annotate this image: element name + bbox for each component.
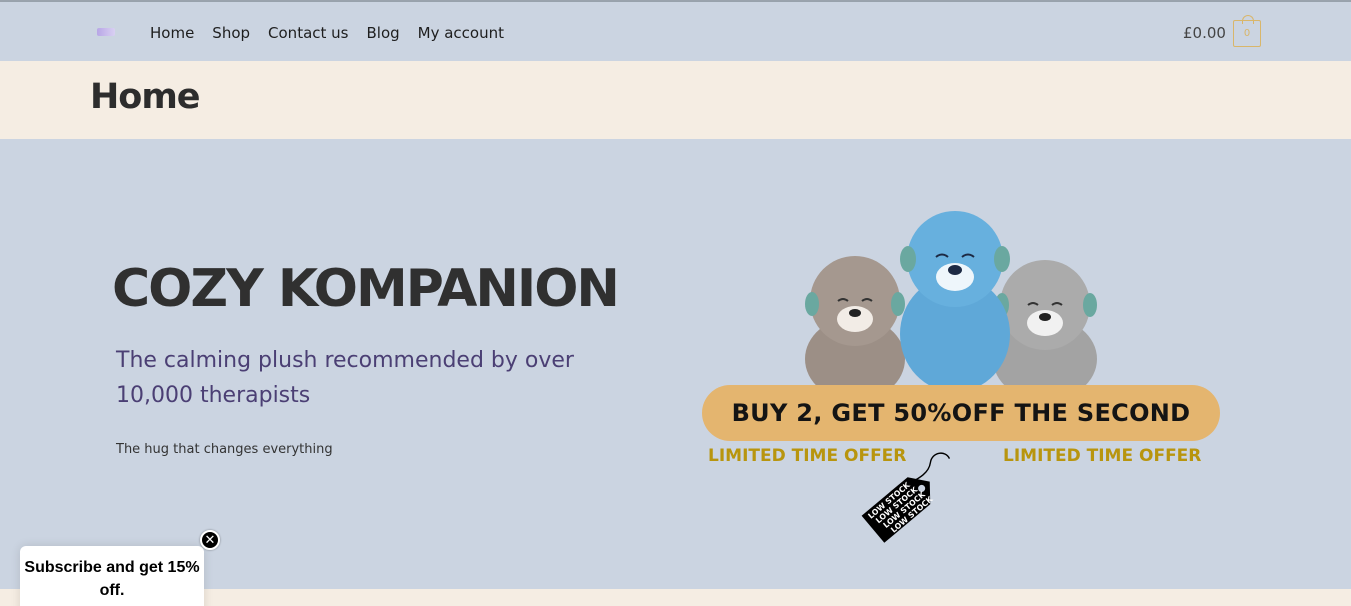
- nav-shop[interactable]: Shop: [212, 21, 250, 45]
- nav-contact-us[interactable]: Contact us: [268, 21, 348, 45]
- offer-banner: BUY 2, GET 50%OFF THE SECOND: [702, 385, 1220, 441]
- nav-home[interactable]: Home: [150, 21, 194, 45]
- cart-total[interactable]: £0.00: [1183, 22, 1226, 44]
- cart-count: 0: [1243, 28, 1251, 39]
- limited-offer-right: LIMITED TIME OFFER: [1003, 446, 1202, 466]
- page-title-band: Home: [0, 61, 1351, 139]
- hero-title: COZY KOMPANION: [112, 259, 620, 319]
- hero-section: COZY KOMPANION The calming plush recomme…: [0, 139, 1351, 589]
- logo-icon[interactable]: [95, 26, 117, 38]
- site-header: Home Shop Contact us Blog My account £0.…: [0, 2, 1351, 61]
- subscribe-popup[interactable]: Subscribe and get 15% off.: [20, 546, 204, 606]
- promo-banner: BUY 2, GET 50%OFF THE SECOND LIMITED TIM…: [700, 209, 1222, 591]
- subscribe-text[interactable]: Subscribe and get 15% off.: [24, 559, 199, 599]
- nav-my-account[interactable]: My account: [418, 21, 504, 45]
- main-nav: Home Shop Contact us Blog My account: [150, 21, 522, 45]
- nav-blog[interactable]: Blog: [366, 21, 399, 45]
- page-title: Home: [90, 77, 201, 117]
- otter-plush-illustration: [805, 211, 1097, 389]
- low-stock-tag-icon: LOW STOCK LOW STOCK LOW STOCK LOW STOCK: [861, 452, 951, 543]
- shopping-bag-icon[interactable]: 0: [1233, 15, 1261, 47]
- hero-subtitle: The calming plush recommended by over 10…: [116, 348, 574, 408]
- close-icon[interactable]: ✕: [200, 530, 220, 550]
- hero-tagline: The hug that changes everything: [116, 442, 333, 457]
